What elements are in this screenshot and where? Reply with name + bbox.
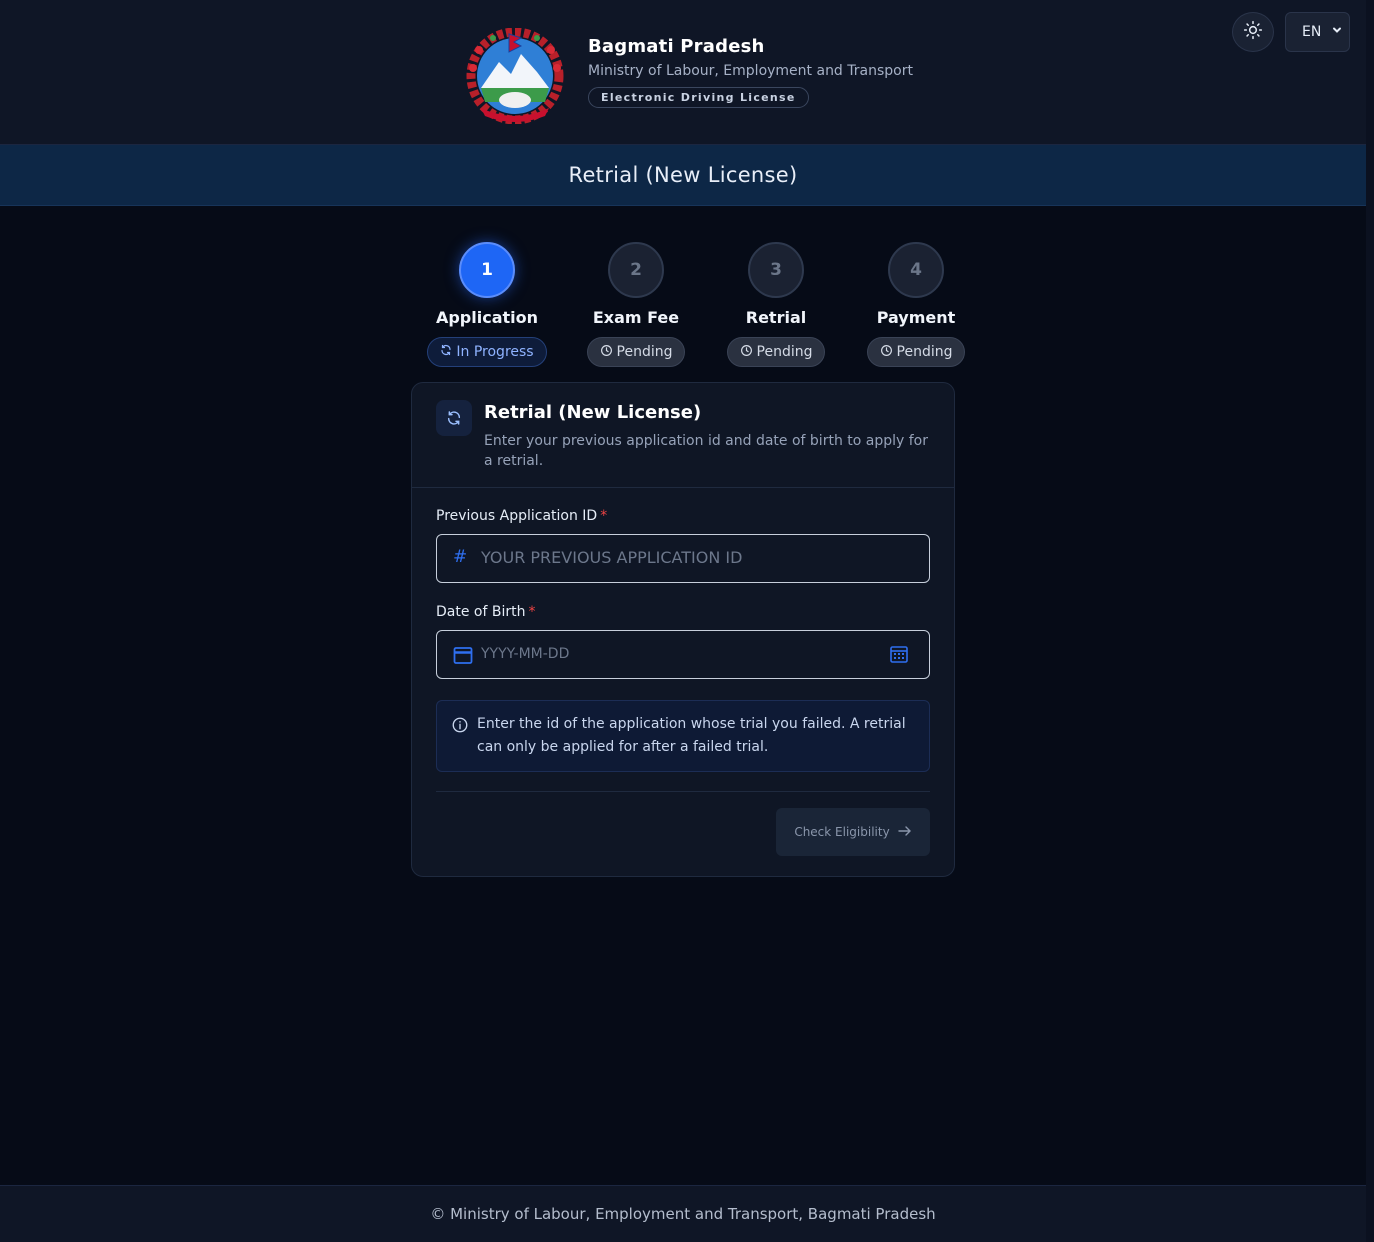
step-application: 1 Application In Progress: [417, 242, 557, 367]
language-value: EN: [1302, 24, 1322, 40]
info-icon: [451, 716, 469, 738]
step-number: 2: [608, 242, 664, 298]
retrial-form-card: Retrial (New License) Enter your previou…: [411, 382, 955, 877]
info-text: Enter the id of the application whose tr…: [477, 716, 906, 755]
step-number: 1: [459, 242, 515, 298]
application-id-label: Previous Application ID *: [436, 508, 607, 524]
sun-icon: [1243, 20, 1263, 44]
footer-text: © Ministry of Labour, Employment and Tra…: [430, 1205, 936, 1223]
status-text: Pending: [756, 344, 813, 360]
status-badge: Pending: [726, 337, 826, 367]
step-number: 4: [888, 242, 944, 298]
step-label: Application: [435, 308, 539, 327]
clock-icon: [880, 344, 893, 361]
step-exam-fee: 2 Exam Fee Pending: [566, 242, 706, 367]
page-title: Retrial (New License): [568, 163, 798, 187]
card-description: Enter your previous application id and d…: [484, 433, 928, 469]
site-header: Bagmati Pradesh Ministry of Labour, Empl…: [0, 0, 1366, 145]
theme-toggle-button[interactable]: [1232, 12, 1274, 52]
arrow-right-icon: [897, 825, 912, 840]
required-mark: *: [528, 604, 536, 620]
application-id-input[interactable]: # YOUR PREVIOUS APPLICATION ID: [436, 534, 930, 583]
page-banner: Retrial (New License): [0, 145, 1366, 206]
chevron-down-icon: [1331, 24, 1343, 40]
status-badge: Pending: [586, 337, 686, 367]
scrollbar[interactable]: [1366, 0, 1374, 1242]
nepal-emblem-logo: [459, 27, 571, 125]
step-label: Payment: [876, 308, 956, 327]
date-of-birth-placeholder: YYYY-MM-DD: [481, 646, 570, 662]
step-number: 3: [748, 242, 804, 298]
refresh-icon: [436, 400, 472, 436]
refresh-icon: [440, 344, 452, 360]
calendar-picker-icon[interactable]: [889, 644, 909, 668]
info-alert: Enter the id of the application whose tr…: [436, 700, 930, 772]
status-text: Pending: [616, 344, 673, 360]
status-text: Pending: [896, 344, 953, 360]
date-of-birth-input[interactable]: YYYY-MM-DD: [436, 630, 930, 679]
check-eligibility-button[interactable]: Check Eligibility: [776, 808, 930, 856]
hash-icon: #: [453, 547, 468, 567]
site-footer: © Ministry of Labour, Employment and Tra…: [0, 1185, 1366, 1242]
brand-subtitle: Ministry of Labour, Employment and Trans…: [588, 63, 913, 79]
card-title: Retrial (New License): [484, 402, 702, 423]
button-label: Check Eligibility: [794, 825, 890, 839]
status-text: In Progress: [456, 344, 534, 360]
card-header: Retrial (New License) Enter your previou…: [412, 383, 954, 488]
language-select[interactable]: EN: [1285, 12, 1350, 52]
brand-badge: Electronic Driving License: [588, 87, 809, 108]
divider: [436, 791, 930, 792]
step-label: Exam Fee: [592, 308, 680, 327]
calendar-icon: [453, 645, 473, 669]
brand-title: Bagmati Pradesh: [588, 36, 765, 57]
application-id-placeholder: YOUR PREVIOUS APPLICATION ID: [481, 548, 743, 567]
status-badge: Pending: [866, 337, 966, 367]
clock-icon: [740, 344, 753, 361]
label-text: Date of Birth: [436, 604, 526, 620]
required-mark: *: [600, 508, 608, 524]
date-of-birth-label: Date of Birth *: [436, 604, 535, 620]
clock-icon: [600, 344, 613, 361]
step-label: Retrial: [745, 308, 807, 327]
label-text: Previous Application ID: [436, 508, 598, 524]
step-payment: 4 Payment Pending: [846, 242, 986, 367]
status-badge: In Progress: [427, 337, 547, 367]
step-retrial: 3 Retrial Pending: [706, 242, 846, 367]
